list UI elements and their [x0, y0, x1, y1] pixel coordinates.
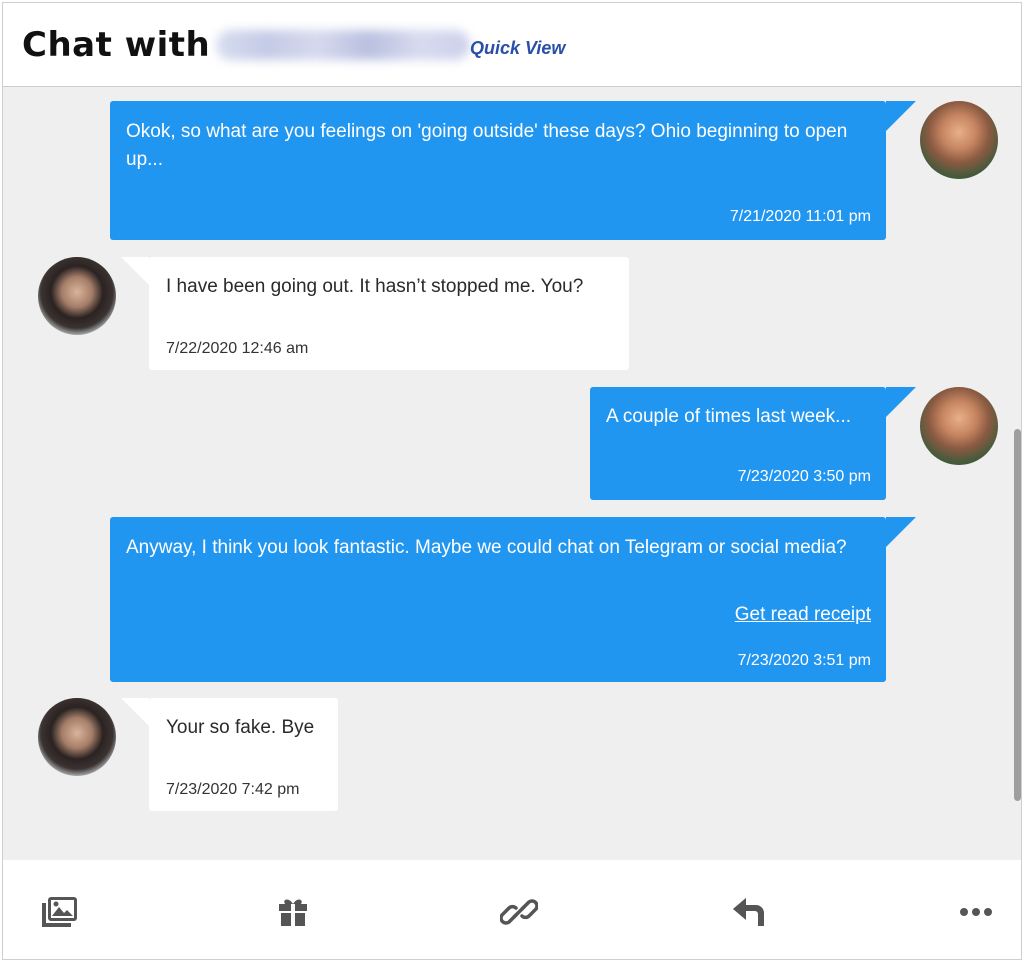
- chat-window: Chat with Quick View Okok, so what are y…: [2, 2, 1022, 960]
- more-icon: [960, 908, 992, 916]
- photos-button[interactable]: [40, 892, 80, 932]
- message-text: Your so fake. Bye: [166, 717, 315, 738]
- contact-avatar[interactable]: [38, 257, 116, 335]
- chat-header: Chat with Quick View: [3, 3, 1021, 87]
- photos-icon: [42, 897, 77, 927]
- reply-icon: [733, 898, 764, 926]
- message-timestamp: 7/22/2020 12:46 am: [166, 340, 309, 357]
- my-avatar[interactable]: [920, 387, 998, 465]
- contact-avatar[interactable]: [38, 698, 116, 776]
- message-outgoing: Anyway, I think you look fantastic. Mayb…: [110, 517, 916, 682]
- gift-button[interactable]: [273, 892, 313, 932]
- chat-toolbar: [3, 860, 1021, 959]
- message-timestamp: 7/23/2020 3:51 pm: [737, 652, 871, 669]
- message-incoming: Your so fake. Bye 7/23/2020 7:42 pm: [121, 698, 338, 811]
- gift-icon: [279, 899, 307, 926]
- message-list[interactable]: Okok, so what are you feelings on 'going…: [3, 88, 1021, 860]
- my-avatar[interactable]: [920, 101, 998, 179]
- blurred-contact-name: [216, 29, 471, 60]
- more-button[interactable]: [956, 892, 996, 932]
- chat-title-prefix: Chat with: [22, 24, 211, 65]
- scrollbar-thumb[interactable]: [1014, 429, 1021, 801]
- message-outgoing: Okok, so what are you feelings on 'going…: [110, 101, 916, 240]
- message-timestamp: 7/23/2020 3:50 pm: [737, 468, 871, 485]
- link-icon: [500, 899, 538, 925]
- reply-button[interactable]: [729, 892, 769, 932]
- message-text: I have been going out. It hasn’t stopped…: [166, 276, 584, 297]
- quick-view-link[interactable]: Quick View: [470, 38, 565, 59]
- message-timestamp: 7/21/2020 11:01 pm: [729, 208, 871, 225]
- get-read-receipt-link[interactable]: Get read receipt: [735, 601, 871, 629]
- message-incoming: I have been going out. It hasn’t stopped…: [121, 257, 629, 370]
- message-outgoing: A couple of times last week... 7/23/2020…: [590, 387, 916, 500]
- message-text: Anyway, I think you look fantastic. Mayb…: [126, 537, 847, 558]
- message-timestamp: 7/23/2020 7:42 pm: [166, 781, 300, 798]
- chat-title: Chat with: [22, 23, 471, 65]
- link-button[interactable]: [499, 892, 539, 932]
- message-text: Okok, so what are you feelings on 'going…: [126, 121, 848, 170]
- message-text: A couple of times last week...: [606, 406, 852, 427]
